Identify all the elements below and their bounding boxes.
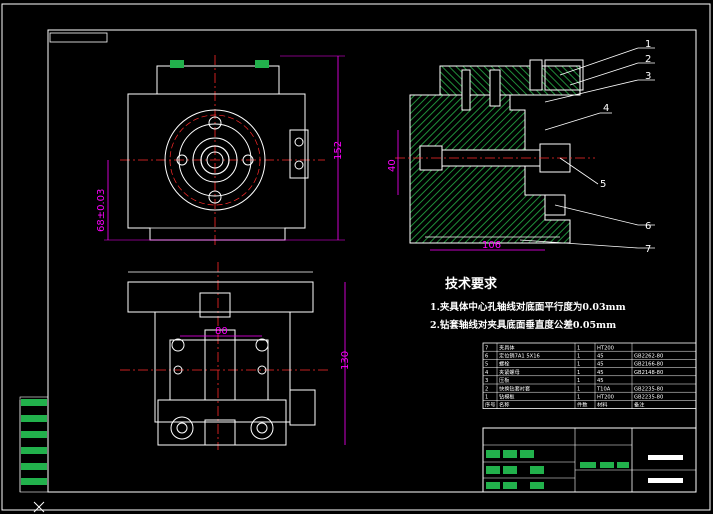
parts-cell-material: HT200 (597, 395, 614, 401)
parts-cell-std: GB2235-80 (634, 386, 663, 392)
plan-height-dim: 130 (340, 351, 351, 370)
parts-cell-qty: 1 (577, 354, 580, 360)
parts-cell-name: 快换钻套衬套 (499, 384, 531, 392)
parts-cell-no: 2 (485, 386, 488, 392)
plan-view: 130 80 (120, 262, 351, 450)
outer-frame (1, 3, 711, 511)
front-width-dim: 68±0.03 (96, 189, 107, 232)
balloon-4: 4 (603, 103, 609, 114)
inner-frame (47, 29, 697, 493)
tech-req-line-1: 1.夹具体中心孔轴线对底面平行度为0.03mm (430, 301, 626, 313)
left-binding-strip (19, 396, 49, 493)
parts-cell-qty: 1 (577, 370, 580, 376)
tech-req-line-2: 2.钻套轴线对夹具底面垂直度公差0.05mm (430, 319, 616, 331)
section-height-dim: 40 (387, 159, 398, 172)
top-label-box (49, 32, 108, 43)
plan-width-dim: 80 (215, 326, 228, 337)
parts-cell-material: 45 (597, 370, 604, 376)
parts-list: 7 夹具体 1 HT200 6 定位销7A1 5X16 1 45 GB2262-80 5 螺栓 1 45… (482, 342, 697, 409)
tech-req-title: 技术要求 (445, 276, 498, 292)
balloon-2: 2 (645, 54, 651, 65)
parts-cell-name: 夹紧螺母 (499, 368, 520, 376)
front-view: 152 68±0.03 (96, 55, 345, 245)
parts-cell-material: 45 (597, 362, 604, 368)
parts-cell-qty: 1 (577, 345, 580, 351)
parts-cell-no: 4 (485, 370, 489, 376)
parts-cell-std: GB2262-80 (634, 354, 663, 360)
section-width-dim: 106 (482, 240, 501, 251)
parts-cell-no: 3 (485, 378, 488, 384)
parts-cell-name: 定位销7A1 5X16 (499, 352, 540, 360)
parts-cell-qty: 1 (577, 386, 580, 392)
parts-header-material: 材料 (597, 401, 607, 409)
parts-header-no: 序号 (485, 401, 495, 409)
parts-cell-no: 1 (485, 395, 488, 401)
balloon-5: 5 (600, 179, 606, 190)
parts-cell-material: HT200 (597, 345, 614, 351)
title-block (482, 427, 697, 493)
parts-cell-qty: 1 (577, 395, 580, 401)
balloon-numbers: 1 2 3 4 5 6 7 (600, 39, 651, 255)
parts-cell-name: 夹具体 (499, 343, 515, 351)
parts-cell-name: 压板 (499, 376, 510, 384)
balloon-7: 7 (645, 244, 651, 255)
balloon-6: 6 (645, 221, 651, 232)
parts-cell-material: 45 (597, 378, 604, 384)
balloon-1: 1 (645, 39, 651, 50)
parts-cell-no: 6 (485, 354, 488, 360)
parts-cell-std: GB2235-80 (634, 395, 663, 401)
parts-cell-name: 螺栓 (499, 360, 510, 368)
section-view: 40 106 (387, 59, 595, 251)
parts-cell-qty: 1 (577, 362, 580, 368)
parts-header-name: 名称 (499, 401, 509, 409)
parts-cell-name: 钻模板 (499, 393, 515, 401)
parts-cell-qty: 1 (577, 378, 580, 384)
parts-cell-std: GB2148-80 (634, 370, 663, 376)
parts-cell-material: T10A (596, 386, 611, 392)
tech-requirements: 技术要求 1.夹具体中心孔轴线对底面平行度为0.03mm 2.钻套轴线对夹具底面… (430, 276, 626, 331)
balloon-3: 3 (645, 71, 651, 82)
parts-header-qty: 件数 (577, 401, 588, 409)
parts-cell-no: 5 (485, 362, 488, 368)
parts-cell-material: 45 (597, 354, 604, 360)
front-height-dim: 152 (333, 141, 344, 160)
parts-cell-std: GB2166-80 (634, 362, 663, 368)
parts-cell-no: 7 (485, 345, 488, 351)
parts-header-std: 备注 (634, 401, 644, 409)
drawing-canvas: 152 68±0.03 40 106 1 2 3 4 5 6 7 130 80 … (1, 3, 711, 513)
